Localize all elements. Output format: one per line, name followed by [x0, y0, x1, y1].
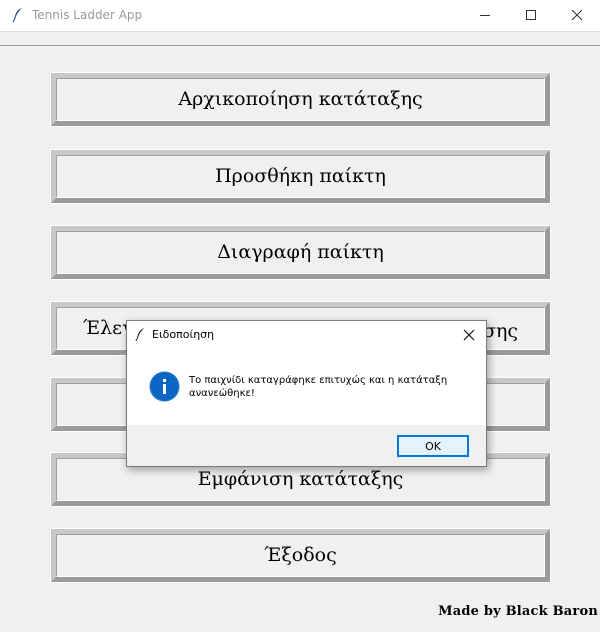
dialog-message: Το παιχνίδι καταγράφηκε επιτυχώς και η κ…: [189, 375, 448, 399]
close-icon: [463, 329, 475, 341]
window-title: Tennis Ladder App: [32, 8, 143, 22]
dialog-body: Το παιχνίδι καταγράφηκε επιτυχώς και η κ…: [127, 349, 486, 425]
minimize-button[interactable]: [462, 0, 508, 31]
check-label-tail: σης: [483, 320, 518, 342]
dialog-feather-icon: [135, 327, 146, 342]
content-divider: [0, 45, 600, 46]
delete-player-button[interactable]: Διαγραφή παίκτη: [50, 225, 551, 280]
credit-text: Made by Black Baron: [438, 604, 598, 619]
close-icon: [571, 9, 583, 21]
dialog-close-button[interactable]: [452, 321, 486, 349]
init-ranking-button[interactable]: Αρχικοποίηση κατάταξης: [50, 72, 551, 127]
info-icon: [149, 371, 180, 402]
close-window-button[interactable]: [554, 0, 600, 31]
maximize-icon: [526, 10, 536, 20]
add-player-button[interactable]: Προσθήκη παίκτη: [50, 149, 551, 204]
delete-player-label: Διαγραφή παίκτη: [217, 240, 384, 263]
add-player-label: Προσθήκη παίκτη: [215, 164, 386, 187]
exit-button[interactable]: Έξοδος: [50, 528, 551, 583]
init-ranking-label: Αρχικοποίηση κατάταξης: [178, 87, 423, 110]
exit-label: Έξοδος: [264, 543, 337, 566]
dialog-title: Ειδοποίηση: [152, 328, 215, 341]
minimize-icon: [480, 15, 490, 16]
ok-button[interactable]: OK: [397, 435, 469, 457]
window-titlebar: Tennis Ladder App: [0, 0, 600, 32]
maximize-button[interactable]: [508, 0, 554, 31]
show-ranking-label: Εμφάνιση κατάταξης: [197, 467, 404, 490]
dialog-titlebar: Ειδοποίηση: [127, 321, 486, 349]
notification-dialog: Ειδοποίηση Το παιχνίδι καταγράφηκε επιτυ…: [126, 320, 487, 467]
app-feather-icon: [12, 7, 24, 23]
